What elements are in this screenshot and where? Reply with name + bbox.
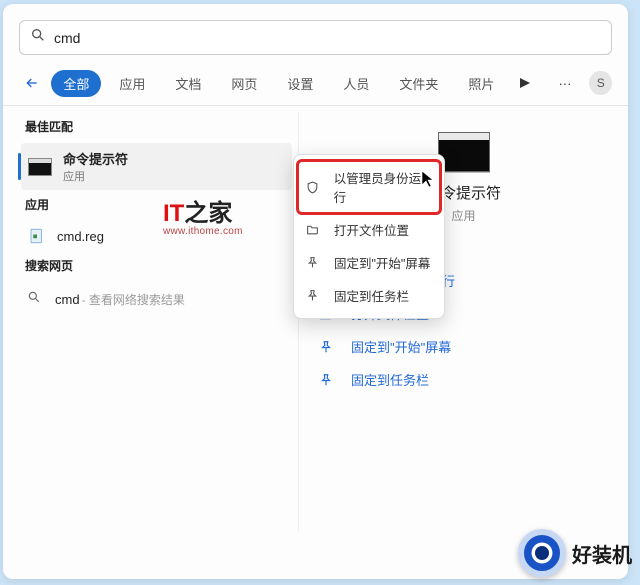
search-input-container[interactable]: cmd — [19, 20, 612, 55]
result-title: cmd.reg — [57, 229, 104, 244]
ctx-pin-taskbar[interactable]: 固定到任务栏 — [298, 279, 440, 312]
tab-settings[interactable]: 设置 — [275, 70, 325, 97]
result-app-item[interactable]: cmd.reg — [21, 221, 292, 251]
brand-badge: 好装机 — [518, 529, 632, 577]
apps-header: 应用 — [21, 190, 292, 221]
web-query: cmd — [55, 292, 80, 307]
tab-all[interactable]: 全部 — [51, 70, 101, 97]
result-best-match[interactable]: 命令提示符 应用 — [21, 143, 292, 190]
back-button[interactable] — [19, 69, 45, 97]
cursor-icon — [422, 171, 434, 190]
brand-text: 好装机 — [572, 539, 632, 568]
preview-app-icon — [438, 132, 490, 172]
tab-web[interactable]: 网页 — [219, 70, 269, 97]
ctx-label: 打开文件位置 — [334, 220, 409, 239]
result-subtitle: 应用 — [63, 168, 128, 184]
web-hint: - 查看网络搜索结果 — [82, 291, 185, 308]
user-avatar[interactable]: S — [589, 71, 612, 95]
pin-icon — [306, 256, 326, 269]
search-query-text: cmd — [54, 30, 80, 46]
cmd-icon — [27, 156, 53, 178]
action-pin-taskbar[interactable]: 固定到任务栏 — [315, 363, 612, 396]
results-pane: 最佳匹配 命令提示符 应用 应用 cmd.reg 搜索网页 — [3, 112, 298, 532]
pin-icon — [306, 289, 326, 302]
search-icon — [27, 290, 45, 309]
overflow-button[interactable]: ··· — [550, 76, 579, 91]
search-icon — [30, 27, 46, 48]
ctx-label: 固定到任务栏 — [334, 286, 409, 305]
divider — [3, 105, 628, 106]
ctx-label: 以管理员身份运行 — [334, 168, 432, 206]
tab-people[interactable]: 人员 — [331, 70, 381, 97]
action-pin-start[interactable]: 固定到"开始"屏幕 — [315, 330, 612, 363]
tab-photos[interactable]: 照片 — [456, 70, 506, 97]
ctx-label: 固定到"开始"屏幕 — [334, 253, 430, 272]
best-match-header: 最佳匹配 — [21, 112, 292, 143]
pin-icon — [319, 340, 341, 354]
web-header: 搜索网页 — [21, 251, 292, 282]
more-tabs-button[interactable] — [512, 76, 538, 91]
tab-docs[interactable]: 文档 — [163, 70, 213, 97]
context-menu: 以管理员身份运行 打开文件位置 固定到"开始"屏幕 固定到任务栏 — [293, 154, 445, 319]
result-web-search[interactable]: cmd - 查看网络搜索结果 — [21, 282, 292, 317]
ctx-pin-start[interactable]: 固定到"开始"屏幕 — [298, 246, 440, 279]
folder-icon — [306, 223, 326, 236]
result-title: 命令提示符 — [63, 149, 128, 168]
brand-logo-icon — [518, 529, 566, 577]
action-label: 固定到"开始"屏幕 — [351, 337, 451, 356]
search-window: cmd 全部 应用 文档 网页 设置 人员 文件夹 照片 ··· S 最佳匹配 … — [3, 4, 628, 579]
filter-tabs: 全部 应用 文档 网页 设置 人员 文件夹 照片 ··· S — [3, 65, 628, 105]
tab-folders[interactable]: 文件夹 — [387, 70, 450, 97]
pin-icon — [319, 373, 341, 387]
ctx-run-as-admin[interactable]: 以管理员身份运行 — [298, 161, 440, 213]
action-label: 固定到任务栏 — [351, 370, 429, 389]
ctx-open-location[interactable]: 打开文件位置 — [298, 213, 440, 246]
reg-file-icon — [27, 227, 47, 245]
shield-icon — [306, 181, 326, 194]
tab-apps[interactable]: 应用 — [107, 70, 157, 97]
